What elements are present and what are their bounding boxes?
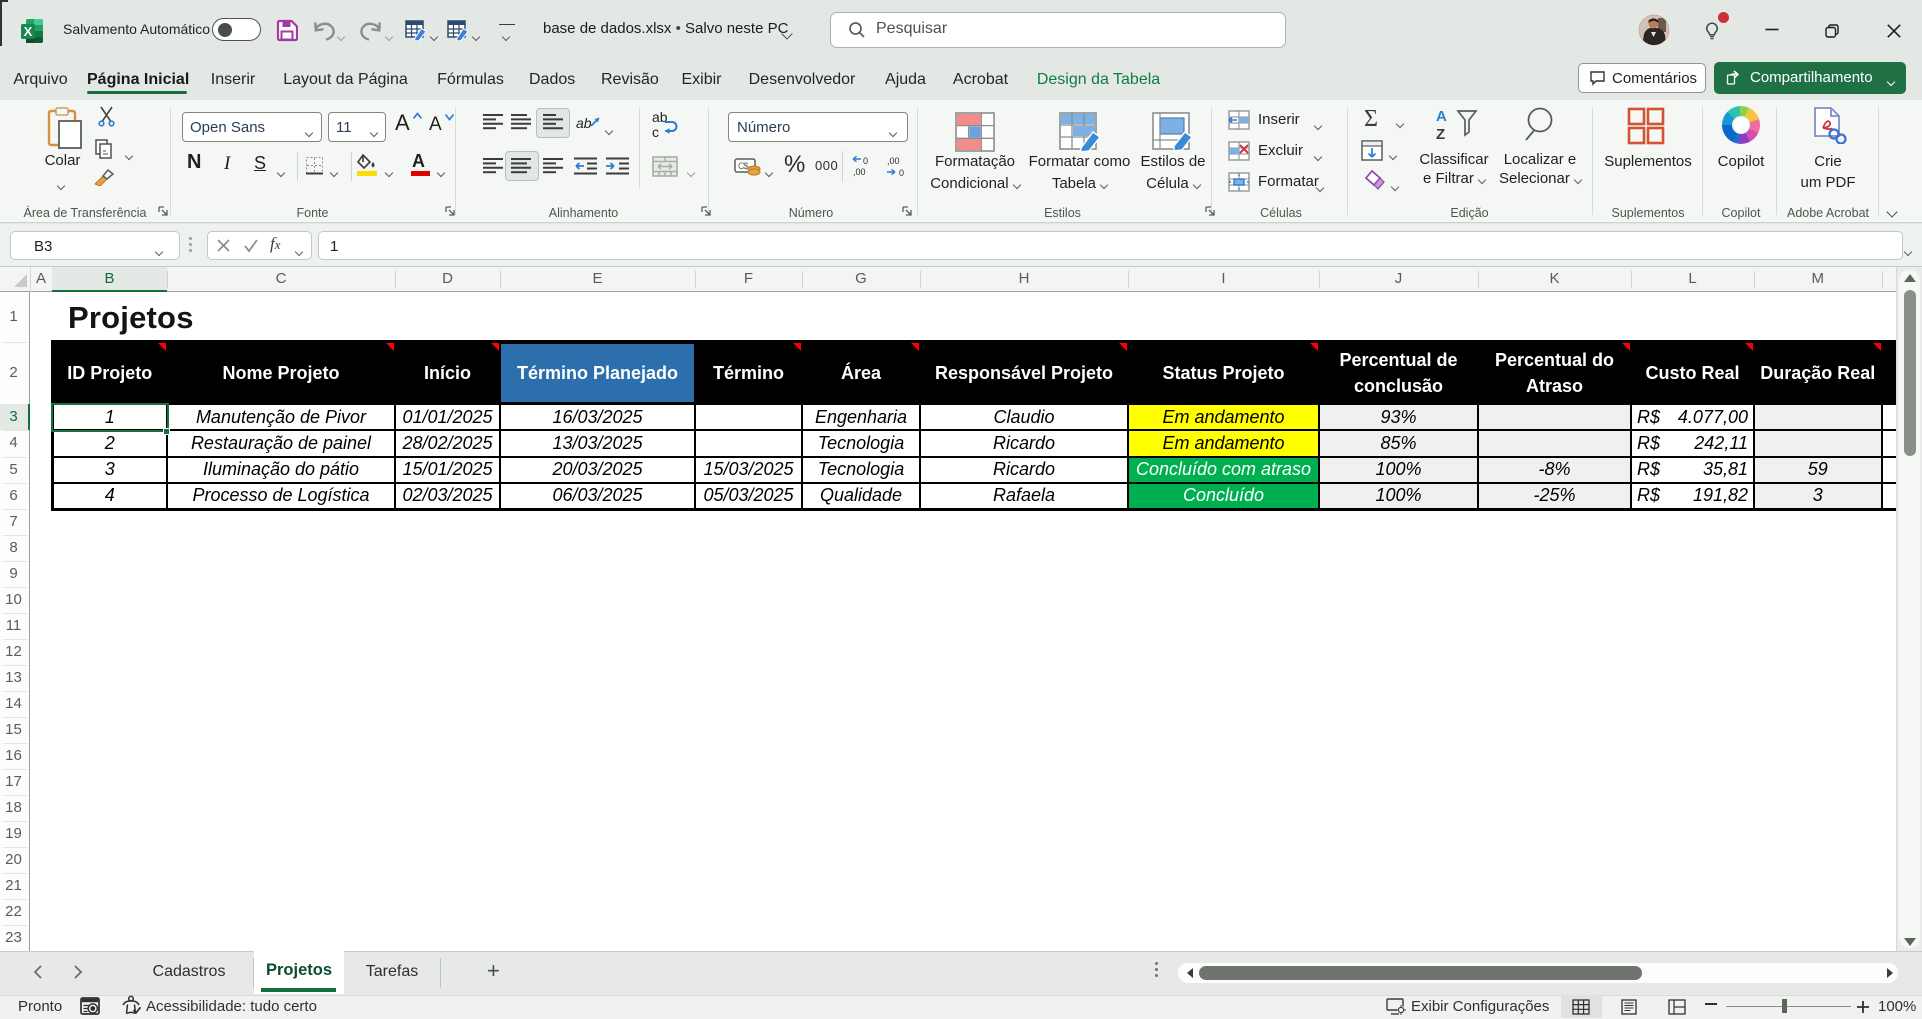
svg-text:0: 0 (863, 156, 868, 166)
svg-text:,00: ,00 (887, 156, 900, 166)
svg-text:c: c (652, 124, 659, 139)
svg-text:,00: ,00 (853, 167, 866, 177)
svg-text:A: A (1436, 108, 1447, 125)
svg-text:ab: ab (576, 115, 592, 131)
svg-text:Z: Z (1436, 126, 1445, 141)
svg-text:0: 0 (899, 168, 904, 177)
svg-text:X: X (24, 24, 33, 39)
